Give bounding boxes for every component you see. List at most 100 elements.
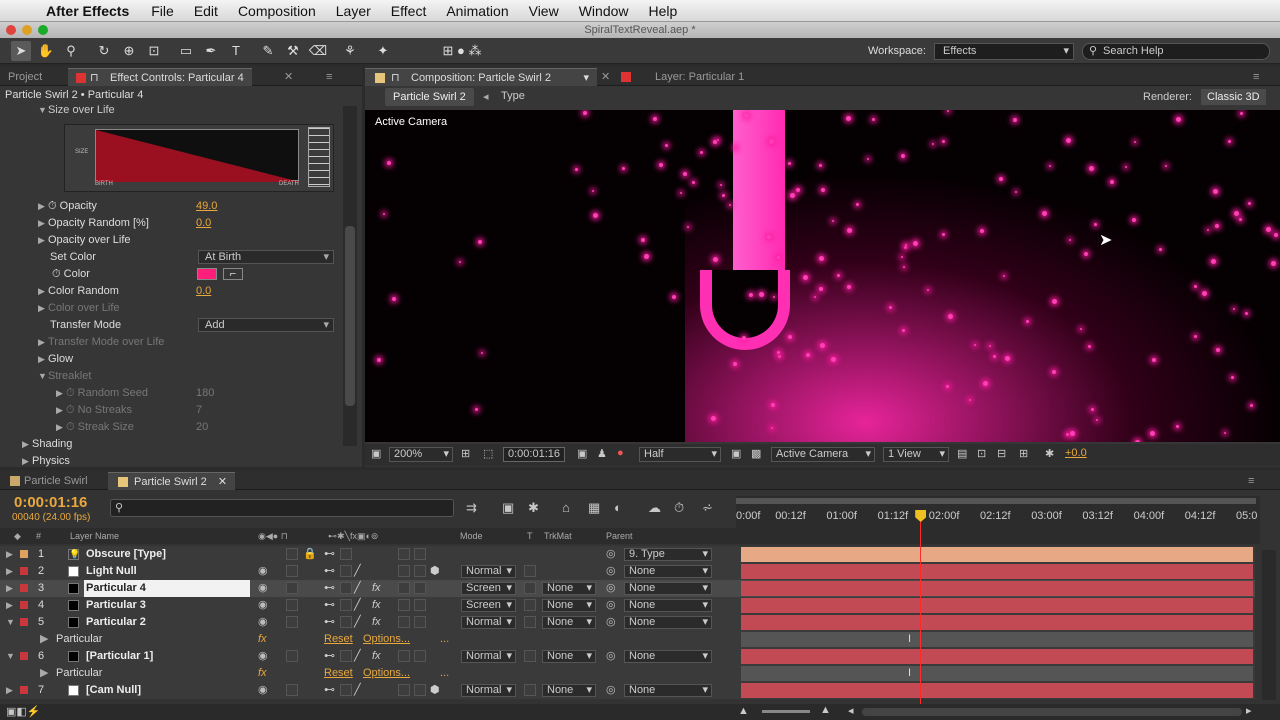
label-color-icon[interactable] xyxy=(20,584,28,592)
close-tab-icon[interactable]: ✕ xyxy=(284,68,293,86)
track-matte-dropdown[interactable]: None xyxy=(542,684,596,697)
fx-icon[interactable]: fx xyxy=(372,580,381,597)
rectangle-tool-icon[interactable]: ▭ xyxy=(176,41,196,61)
breadcrumb-type[interactable]: Type xyxy=(501,90,525,102)
layer-row[interactable]: ▶ 2 Light Null ◉ ⊷ ╱ ⬢ Normal ◎ None xyxy=(0,563,1255,580)
live-update-icon[interactable]: ▣ xyxy=(502,500,514,516)
layer-row[interactable]: ▼ 5 Particular 2 ◉ ⊷ ╱ fx Normal None ◎ None xyxy=(0,614,1255,631)
layer-duration-bar[interactable] xyxy=(741,615,1253,630)
selection-tool-icon[interactable]: ➤ xyxy=(11,41,31,61)
graph-canvas[interactable] xyxy=(95,129,300,182)
layer-row[interactable]: ▶ 4 Particular 3 ◉ ⊷ ╱ fx Screen None ◎ None xyxy=(0,597,1255,614)
solo-toggle[interactable] xyxy=(286,684,298,696)
shy-icon[interactable]: ⊷ xyxy=(324,580,335,597)
quality-icon[interactable]: ╱ xyxy=(354,648,361,665)
solo-toggle[interactable] xyxy=(286,548,298,560)
glow-row[interactable]: ▶ Glow xyxy=(0,351,340,368)
eye-icon[interactable]: ◉ xyxy=(258,580,268,597)
color-over-life-row[interactable]: ▶ Color over Life xyxy=(0,300,340,317)
layer-name-header[interactable]: Layer Name xyxy=(70,528,119,544)
label-column-icon[interactable]: ◆ xyxy=(14,528,21,544)
type-tool-icon[interactable]: T xyxy=(226,41,246,61)
opacity-value[interactable]: 49.0 xyxy=(196,198,217,215)
draft-3d-icon[interactable]: ✱ xyxy=(528,500,539,516)
streak-size-value[interactable]: 20 xyxy=(196,419,208,436)
menu-window[interactable]: Window xyxy=(579,3,629,19)
preserve-transparency-toggle[interactable] xyxy=(524,599,536,611)
menu-file[interactable]: File xyxy=(151,3,174,19)
frame-blending-icon[interactable]: ▦ xyxy=(588,500,600,516)
twirl-arrow-icon[interactable]: ▶ xyxy=(6,682,13,699)
motion-blur-toggle[interactable] xyxy=(414,599,426,611)
reset-link[interactable]: Reset xyxy=(324,631,353,648)
solo-toggle[interactable] xyxy=(286,582,298,594)
layer-mode-dropdown[interactable]: Screen xyxy=(461,582,516,595)
pick-whip-icon[interactable]: ◎ xyxy=(606,682,616,699)
hand-tool-icon[interactable]: ✋ xyxy=(36,41,56,61)
reset-link[interactable]: Reset xyxy=(324,665,353,682)
opacity-random-value[interactable]: 0.0 xyxy=(196,215,211,232)
fast-preview-icon[interactable]: ⊡ xyxy=(977,447,986,460)
pick-whip-icon[interactable]: ◎ xyxy=(606,563,616,580)
timeline-timecode[interactable]: 0:00:01:16 xyxy=(14,494,87,511)
layer-row[interactable]: ▶ 7 [Cam Null] ◉ ⊷ ╱ ⬢ Normal None ◎ None xyxy=(0,682,1255,699)
frame-blend-toggle[interactable] xyxy=(398,582,410,594)
layer-duration-bar[interactable] xyxy=(741,683,1253,698)
label-color-icon[interactable] xyxy=(20,550,28,558)
eye-icon[interactable]: ◉ xyxy=(258,648,268,665)
parent-dropdown[interactable]: None xyxy=(624,565,712,578)
twirl-arrow-icon[interactable]: ▶ xyxy=(6,597,13,614)
camera-snapshot-icon[interactable]: ▣ xyxy=(577,447,587,460)
time-ruler[interactable]: 0:00f 00:12f 01:00f 01:12f 02:00f 02:12f 03:00… xyxy=(736,496,1260,544)
view-layout-dropdown[interactable]: 1 View xyxy=(883,447,949,462)
track-matte-dropdown[interactable]: None xyxy=(542,599,596,612)
layer-row[interactable]: ▶ 3 Particular 4 ◉ ⊷ ╱ fx Screen None ◎ None xyxy=(0,580,1255,597)
layer-name[interactable]: Obscure [Type] xyxy=(84,546,250,563)
clone-stamp-tool-icon[interactable]: ⚒ xyxy=(283,41,303,61)
renderer-value[interactable]: Classic 3D xyxy=(1201,89,1266,105)
timeline-vertical-scrollbar[interactable] xyxy=(1262,550,1276,700)
preserve-transparency-toggle[interactable] xyxy=(524,582,536,594)
zoom-in-icon[interactable]: ▲ xyxy=(820,704,831,716)
track-matte-dropdown[interactable]: None xyxy=(542,650,596,663)
zoom-tool-icon[interactable]: ⚲ xyxy=(61,41,81,61)
opacity-over-life-row[interactable]: ▶ Opacity over Life xyxy=(0,232,340,249)
flowchart-icon[interactable]: ⊞ xyxy=(1019,447,1028,460)
pick-whip-icon[interactable]: ◎ xyxy=(606,648,616,665)
parent-dropdown[interactable]: None xyxy=(624,616,712,629)
label-color-icon[interactable] xyxy=(20,686,28,694)
layer-name[interactable]: Light Null xyxy=(84,563,250,580)
layer-switches-icons[interactable]: ⊷✱╲fx▣◐⊚ xyxy=(328,528,378,544)
lock-icon[interactable]: ⊓ xyxy=(391,69,400,87)
quality-icon[interactable]: ╱ xyxy=(354,597,361,614)
orbit-camera-icon[interactable]: ⊕ xyxy=(119,41,139,61)
hide-shy-layers-icon[interactable]: ⌂ xyxy=(562,500,570,515)
transfer-mode-dropdown[interactable]: Add xyxy=(198,318,334,332)
solo-toggle[interactable] xyxy=(286,565,298,577)
eye-icon[interactable]: ◉ xyxy=(258,614,268,631)
motion-blur-toggle[interactable] xyxy=(414,548,426,560)
layer-row[interactable]: ▶ 1 💡 Obscure [Type] 🔒 ⊷ ◎ 9. Type xyxy=(0,546,1255,563)
no-streaks-value[interactable]: 7 xyxy=(196,402,202,419)
motion-blur-toggle[interactable] xyxy=(414,616,426,628)
puppet-pin-tool-icon[interactable]: ✦ xyxy=(373,41,393,61)
quality-icon[interactable]: ╱ xyxy=(354,563,361,580)
preserve-transparency-toggle[interactable] xyxy=(524,684,536,696)
fx-icon[interactable]: fx xyxy=(372,614,381,631)
collapse-toggle[interactable] xyxy=(340,565,352,577)
frame-blend-toggle[interactable] xyxy=(398,684,410,696)
tab-layer[interactable]: Layer: Particular 1 xyxy=(615,68,791,86)
layer-name[interactable]: [Particular 1] xyxy=(84,648,250,665)
composition-viewer[interactable]: Active Camera ➤ xyxy=(365,110,1280,442)
motion-blur-toggle[interactable] xyxy=(414,650,426,662)
effect-property-row[interactable]: ▶ Particular fx Reset Options...... I xyxy=(0,665,1255,682)
shy-icon[interactable]: ⊷ xyxy=(324,648,335,665)
preserve-transparency-toggle[interactable] xyxy=(524,565,536,577)
solo-toggle[interactable] xyxy=(286,650,298,662)
layer-duration-bar[interactable] xyxy=(741,598,1253,613)
frame-blend-toggle[interactable] xyxy=(398,599,410,611)
grid-icon[interactable]: ⊞ xyxy=(461,447,470,460)
transparency-grid-icon[interactable]: ▩ xyxy=(751,447,761,460)
expand-arrow-icon[interactable]: ▶ xyxy=(40,631,48,648)
layer-duration-bar[interactable] xyxy=(741,649,1253,664)
